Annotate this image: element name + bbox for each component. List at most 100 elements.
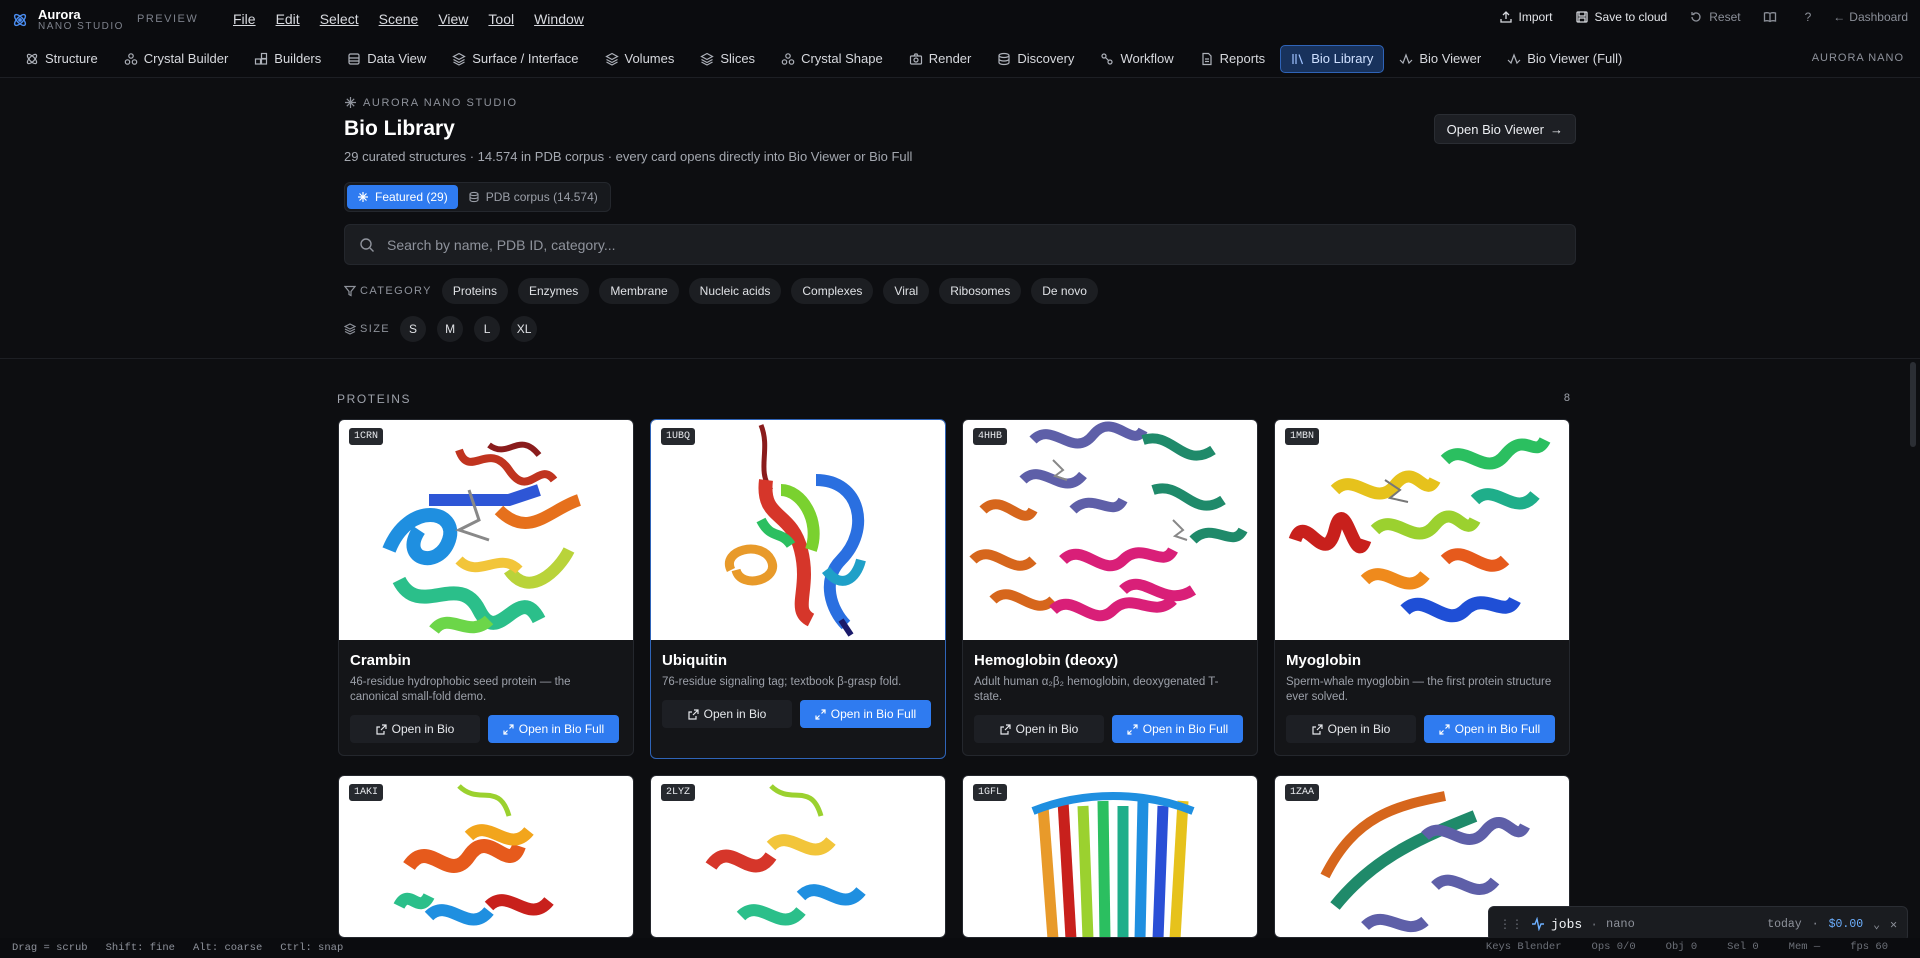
tab-bio-viewer-full[interactable]: Bio Viewer (Full) [1496,45,1633,73]
app-subtitle: NANO STUDIO [38,21,124,32]
tab-data-view[interactable]: Data View [336,45,437,73]
open-in-bio-button[interactable]: Open in Bio [350,715,480,743]
structure-name: Hemoglobin (deoxy) [974,652,1119,669]
pulse-icon [1507,52,1521,64]
page-title: Bio Library [344,117,455,140]
page-scrollbar[interactable] [1910,362,1916,447]
open-bio-viewer-button[interactable]: Open Bio Viewer → [1433,114,1576,144]
structure-card-2lyz[interactable]: 2LYZ [650,775,946,938]
expand-icon [503,723,514,735]
category-chip-de-novo[interactable]: De novo [1031,278,1098,304]
menu-file[interactable]: File [233,11,256,27]
structure-card-1gfl[interactable]: 1GFL [962,775,1258,938]
structure-card-1ubq[interactable]: 1UBQ Ubiquitin 76-residue signaling tag;… [650,419,946,759]
external-link-icon [1000,723,1011,735]
menu-tool[interactable]: Tool [488,11,514,27]
structure-description: 76-residue signaling tag; textbook β-gra… [662,676,902,688]
structure-card-1aki[interactable]: 1AKI [338,775,634,938]
jobs-panel[interactable]: ⋮⋮ jobs · nano today · $0.00 ⌄ ✕ [1488,906,1908,942]
category-chip-enzymes[interactable]: Enzymes [517,278,590,304]
layers-icon [700,52,715,66]
section-title: PROTEINS [337,392,412,406]
chevron-down-icon[interactable]: ⌄ [1873,917,1880,932]
tab-structure[interactable]: Structure [14,45,109,73]
category-chip-proteins[interactable]: Proteins [441,278,508,304]
open-in-bio-full-button[interactable]: Open in Bio Full [1424,715,1555,743]
card-body: Ubiquitin 76-residue signaling tag; text… [651,640,945,740]
tab-crystal-shape[interactable]: Crystal Shape [770,45,894,73]
open-in-bio-button[interactable]: Open in Bio [662,700,792,728]
open-in-bio-full-button[interactable]: Open in Bio Full [488,715,619,743]
structure-name: Myoglobin [1286,652,1361,669]
tab-workflow[interactable]: Workflow [1089,45,1184,73]
open-in-bio-full-button[interactable]: Open in Bio Full [1112,715,1243,743]
document-icon [1202,52,1212,65]
activity-icon [1532,917,1544,931]
structure-card-1crn[interactable]: 1CRN Crambin 46-residue hydrophobic seed… [338,419,634,756]
tab-volumes[interactable]: Volumes [594,45,686,73]
tab-slices[interactable]: Slices [689,45,766,73]
docs-button[interactable] [1763,10,1783,24]
size-chip-m[interactable]: M [437,316,464,342]
size-chip-s[interactable]: S [400,316,427,342]
open-in-bio-button[interactable]: Open in Bio [1286,715,1416,743]
camera-icon [909,52,922,65]
search-input[interactable] [387,236,1487,253]
tab-render[interactable]: Render [898,45,983,73]
page-subtitle: 29 curated structures · 14.574 in PDB co… [344,149,913,164]
open-in-bio-full-button[interactable]: Open in Bio Full [800,700,931,728]
status-selection: Sel 0 [1727,941,1759,953]
page-header: AURORA NANO STUDIO Bio Library 29 curate… [344,96,1576,164]
category-chip-complexes[interactable]: Complexes [791,278,874,304]
library-icon [1292,53,1304,64]
menu-edit[interactable]: Edit [276,11,300,27]
reset-icon [1691,12,1701,22]
save-to-cloud-button[interactable]: Save to cloud [1575,10,1667,24]
arrow-right-icon: → [1550,121,1563,137]
open-in-bio-button[interactable]: Open in Bio [974,715,1104,743]
size-chip-l[interactable]: L [474,316,501,342]
structure-card-4hhb[interactable]: 4HHB Hemoglobin (deoxy) Adult human α₂β₂… [962,419,1258,756]
close-icon[interactable]: ✕ [1890,917,1897,932]
card-body: Hemoglobin (deoxy) Adult human α₂β₂ hemo… [963,640,1257,755]
jobs-period: today [1767,918,1802,931]
layers-icon [604,52,619,66]
structure-thumbnail: 2LYZ [651,776,945,937]
expand-icon [1439,723,1450,735]
database-icon [348,52,360,65]
menu-select[interactable]: Select [320,11,359,27]
menu-scene[interactable]: Scene [379,11,419,27]
category-chip-membrane[interactable]: Membrane [599,278,679,304]
tab-surface-interface[interactable]: Surface / Interface [441,45,589,73]
pdb-id-badge: 1UBQ [661,428,696,445]
import-button[interactable]: Import [1499,10,1553,24]
tab-bio-viewer[interactable]: Bio Viewer [1388,45,1492,73]
menu-window[interactable]: Window [534,11,584,27]
jobs-title: jobs [1551,916,1583,932]
structure-card-1mbn[interactable]: 1MBN Myoglobin Sperm-whale myoglobin — t… [1274,419,1570,756]
category-chip-ribosomes[interactable]: Ribosomes [939,278,1022,304]
sparkle-icon [358,192,368,202]
category-chip-viral[interactable]: Viral [883,278,930,304]
category-label: CATEGORY [344,285,432,297]
status-fps: fps 60 [1850,941,1888,953]
dashboard-link[interactable]: ← Dashboard [1833,10,1908,24]
structure-thumbnail: 1CRN [339,420,633,640]
featured-tab[interactable]: Featured (29) [347,185,458,209]
tab-discovery[interactable]: Discovery [986,45,1085,73]
help-button[interactable]: ? [1805,10,1812,24]
search-bar [344,224,1576,265]
tab-bio-library[interactable]: Bio Library [1280,44,1385,73]
tab-crystal-builder[interactable]: Crystal Builder [113,45,240,73]
pdb-corpus-tab[interactable]: PDB corpus (14.574) [458,185,608,209]
drag-handle-icon[interactable]: ⋮⋮ [1499,917,1523,932]
status-hint-alt: Alt: coarse [192,942,263,954]
tab-builders[interactable]: Builders [243,45,332,73]
tab-reports[interactable]: Reports [1189,45,1277,73]
menu-view[interactable]: View [438,11,468,27]
reset-button[interactable]: Reset [1689,10,1741,24]
toolbar-actions: Import Save to cloud Reset ? ← Dashboard [1477,10,1908,24]
category-chip-nucleic-acids[interactable]: Nucleic acids [688,278,782,304]
arrow-left-icon: ← [1833,10,1846,24]
size-chip-xl[interactable]: XL [511,316,538,342]
